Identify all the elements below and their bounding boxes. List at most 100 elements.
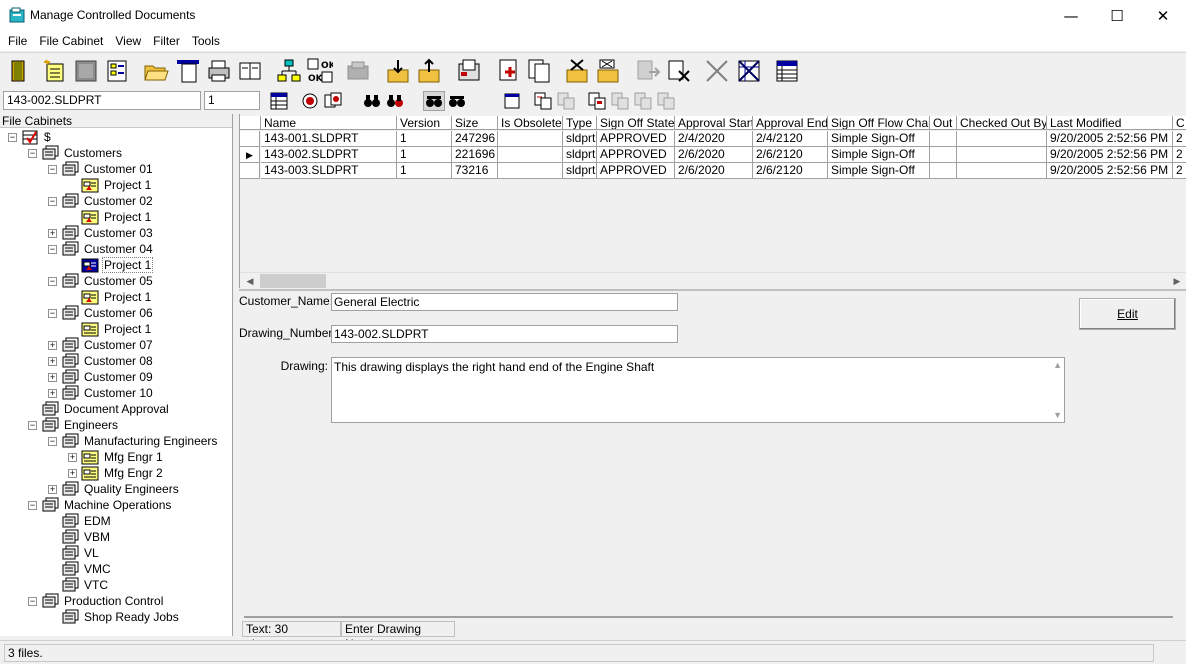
collapse-icon[interactable]: − <box>28 500 37 510</box>
expand-icon[interactable]: + <box>48 356 57 366</box>
grid-cell[interactable]: 221696 <box>452 147 498 163</box>
grid-cell[interactable] <box>498 147 563 163</box>
grid-cell[interactable]: 2 <box>1173 147 1186 163</box>
find-next-button[interactable] <box>384 91 406 111</box>
print-button[interactable] <box>204 56 234 86</box>
tree-item[interactable]: + Quality Engineers <box>48 481 180 497</box>
grid-cell[interactable]: 9/20/2005 2:52:56 PM <box>1047 163 1173 179</box>
grid-cell[interactable]: Simple Sign-Off <box>828 131 930 147</box>
tree-item[interactable]: + Customer 03 <box>48 225 154 241</box>
scroll-right-icon[interactable]: ▶ <box>1169 273 1185 289</box>
open-folder-button[interactable] <box>141 56 171 86</box>
unlink-button[interactable] <box>555 91 577 111</box>
expand-icon[interactable]: + <box>48 484 57 494</box>
column-header[interactable]: Out <box>930 116 957 130</box>
grid-cell[interactable]: 2 <box>1173 131 1186 147</box>
column-header[interactable]: Name <box>261 116 397 130</box>
grid-cell[interactable]: 2 <box>1173 163 1186 179</box>
expand-icon[interactable]: + <box>68 468 77 478</box>
tree-item[interactable]: Shop Ready Jobs <box>48 609 180 625</box>
grid-cell[interactable]: APPROVED <box>597 163 675 179</box>
grid-cell[interactable] <box>930 163 957 179</box>
grid-cell[interactable]: 2/6/2020 <box>675 163 753 179</box>
collapse-icon[interactable]: − <box>48 164 57 174</box>
tree-item[interactable]: − Production Control <box>28 593 164 609</box>
grid-cell[interactable]: 1 <box>397 163 452 179</box>
tree-item[interactable]: − Customer 02 <box>48 193 154 209</box>
add-document-button[interactable] <box>493 56 523 86</box>
close-button[interactable]: ✕ <box>1140 0 1186 31</box>
column-header[interactable]: Last Modified <box>1047 116 1173 130</box>
users-button[interactable] <box>322 91 344 111</box>
new-cabinet-button[interactable] <box>40 56 70 86</box>
grid-cell[interactable] <box>957 131 1047 147</box>
drawing-description-area[interactable]: This drawing displays the right hand end… <box>331 357 1065 423</box>
tree-item[interactable]: Project 1 <box>68 257 154 273</box>
edit-button[interactable]: Edit <box>1079 298 1176 330</box>
tree-item[interactable]: − Machine Operations <box>28 497 172 513</box>
tree-item[interactable]: + Mfg Engr 2 <box>68 465 164 481</box>
copy-pages-button[interactable] <box>235 56 265 86</box>
disabled-b-button[interactable] <box>632 91 654 111</box>
menu-view[interactable]: View <box>111 31 145 51</box>
grid-cell[interactable]: 2/6/2020 <box>675 147 753 163</box>
tree-item[interactable]: + Mfg Engr 1 <box>68 449 164 465</box>
collapse-icon[interactable]: − <box>48 244 57 254</box>
filter-on-button[interactable] <box>423 91 445 111</box>
grid-cell[interactable]: sldprt <box>563 131 597 147</box>
filter-off-button[interactable] <box>446 91 468 111</box>
grid-cell[interactable] <box>930 147 957 163</box>
copy-document-button[interactable] <box>524 56 554 86</box>
grid-cell[interactable] <box>957 147 1047 163</box>
tree-item[interactable]: − Manufacturing Engineers <box>48 433 218 449</box>
column-header[interactable]: Size <box>452 116 498 130</box>
window-button[interactable] <box>501 91 523 111</box>
tree-item[interactable]: Project 1 <box>68 289 152 305</box>
tree-item[interactable]: − Customer 04 <box>48 241 154 257</box>
close-grid-button[interactable] <box>734 56 764 86</box>
delete-document-button[interactable] <box>664 56 694 86</box>
tree-item[interactable]: − Customer 05 <box>48 273 154 289</box>
remove-cabinet-button[interactable] <box>563 56 593 86</box>
column-header[interactable]: Checked Out By <box>957 116 1047 130</box>
check-in-button[interactable] <box>384 56 414 86</box>
document-combo[interactable]: 143-002.SLDPRT <box>3 91 201 110</box>
grid-cell[interactable]: APPROVED <box>597 147 675 163</box>
tree-item[interactable]: VTC <box>48 577 109 593</box>
grid-cell[interactable]: 9/20/2005 2:52:56 PM <box>1047 131 1173 147</box>
org-chart-button[interactable] <box>274 56 304 86</box>
expand-icon[interactable]: + <box>48 388 57 398</box>
tree-item[interactable]: VMC <box>48 561 112 577</box>
expand-icon[interactable]: + <box>48 340 57 350</box>
tree-item[interactable]: − $ <box>8 129 52 145</box>
grid-cell[interactable]: APPROVED <box>597 131 675 147</box>
grid-cell[interactable]: 2/4/2120 <box>753 131 828 147</box>
column-header[interactable]: Version <box>397 116 452 130</box>
expand-icon[interactable]: + <box>68 452 77 462</box>
menu-tools[interactable]: Tools <box>188 31 224 51</box>
column-header[interactable]: C <box>1173 116 1186 130</box>
collapse-icon[interactable]: − <box>48 276 57 286</box>
collapse-icon[interactable]: − <box>48 436 57 446</box>
check-out-button[interactable] <box>415 56 445 86</box>
tree-item[interactable]: + Customer 08 <box>48 353 154 369</box>
grid-cell[interactable]: 143-001.SLDPRT <box>261 131 397 147</box>
user-button[interactable] <box>299 91 321 111</box>
drawing-number-field[interactable]: 143-002.SLDPRT <box>331 325 678 343</box>
grid-cell[interactable]: 9/20/2005 2:52:56 PM <box>1047 147 1173 163</box>
tree-item[interactable]: − Engineers <box>28 417 119 433</box>
scroll-thumb[interactable] <box>260 274 326 288</box>
collapse-icon[interactable]: − <box>28 596 37 606</box>
send-mail-button[interactable] <box>454 56 484 86</box>
stop-button[interactable] <box>71 56 101 86</box>
grid-cell[interactable]: sldprt <box>563 147 597 163</box>
find-button[interactable] <box>361 91 383 111</box>
tree-item[interactable]: + Customer 09 <box>48 369 154 385</box>
column-header[interactable]: Approval End <box>753 116 828 130</box>
menu-file[interactable]: File <box>4 31 31 51</box>
grid-cell[interactable]: sldprt <box>563 163 597 179</box>
grid-cell[interactable] <box>498 131 563 147</box>
grid-cell[interactable]: 1 <box>397 131 452 147</box>
maximize-button[interactable]: ☐ <box>1094 0 1140 31</box>
tree-item[interactable]: − Customer 01 <box>48 161 154 177</box>
